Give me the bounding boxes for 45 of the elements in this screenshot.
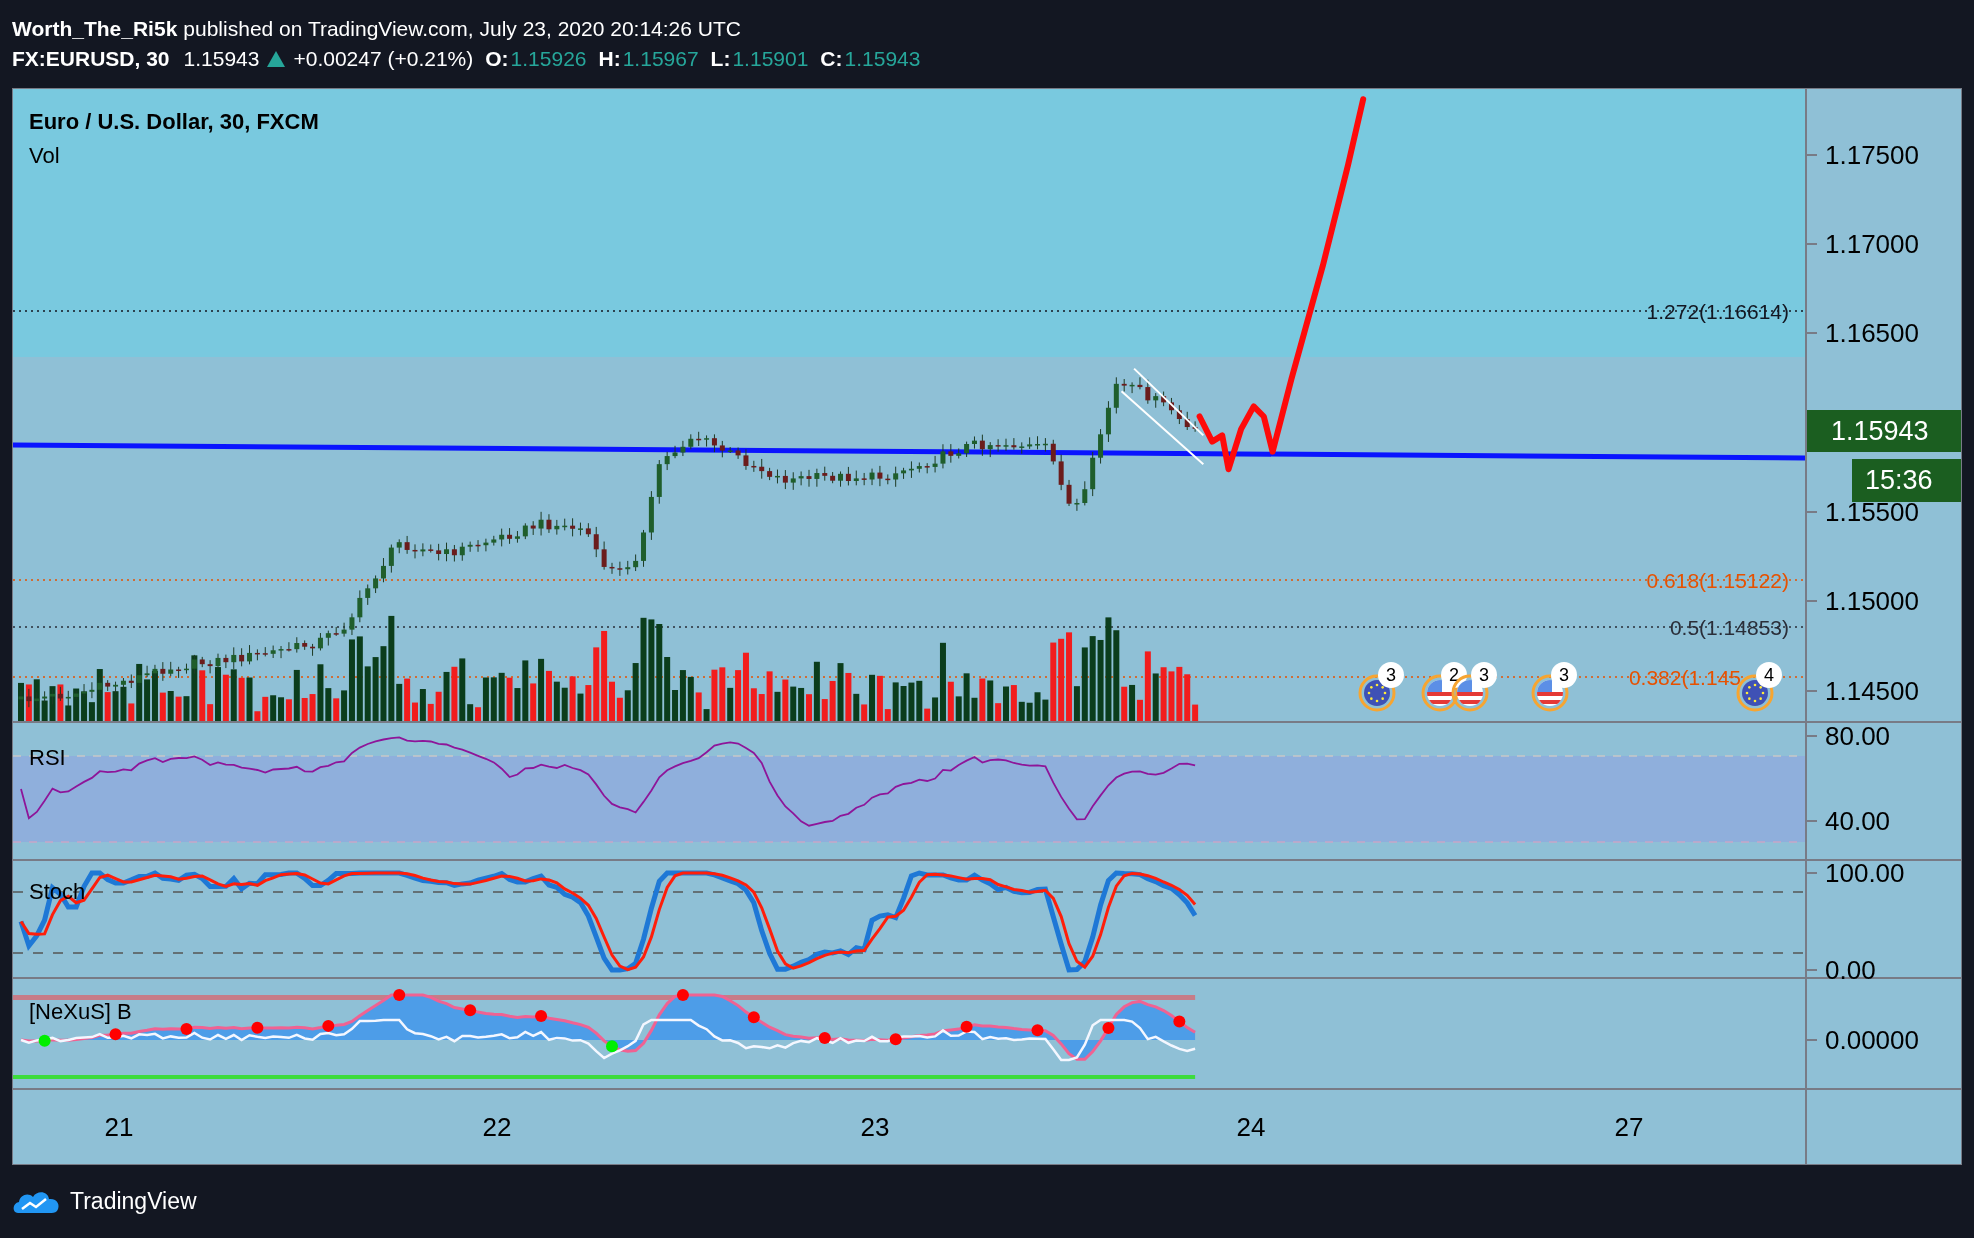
axis-label: 0.00000 [1825, 1027, 1919, 1053]
axis-label: 40.00 [1825, 808, 1891, 834]
date-label: 24 [1236, 1114, 1266, 1140]
axis-label: 1.15500 [1825, 499, 1919, 525]
publish-info: published on TradingView.com, July 23, 2020 20:14:26 UTC [183, 15, 741, 42]
date-label: 27 [1614, 1114, 1644, 1140]
ohlc-label: O: [485, 46, 509, 72]
ohlc-value: 1.15943 [844, 46, 921, 72]
fib-level-label: 0.382(1.145 [1628, 666, 1741, 688]
axis-label: 100.00 [1825, 860, 1905, 886]
ohlc-label: C: [820, 46, 843, 72]
axis-label: 1.17500 [1825, 142, 1919, 168]
fib-level-label: 1.272(1.16614) [1646, 300, 1789, 322]
pane-title: [NeXuS] B [29, 998, 132, 1026]
ohlc-label: L: [710, 46, 731, 72]
axis-label: 1.16500 [1825, 320, 1919, 346]
date-label: 23 [860, 1114, 890, 1140]
ohlc-value: 1.15967 [622, 46, 699, 72]
fib-level-label: 0.618(1.15122) [1646, 569, 1789, 591]
volume-label: Vol [29, 142, 61, 170]
axis-label: 80.00 [1825, 723, 1891, 749]
axis-label: 1.15000 [1825, 588, 1919, 614]
event-count: 3 [1551, 662, 1577, 688]
fib-level-label: 0.5(1.14853) [1669, 616, 1789, 638]
ohlc-label: H: [598, 46, 621, 72]
countdown-label: 15:36 [1852, 459, 1961, 502]
axis-label: 0.00 [1825, 957, 1876, 983]
pane-title: RSI [29, 744, 66, 772]
author-name: Worth_The_Ri5k [12, 15, 178, 42]
ohlc-value: 1.15926 [510, 46, 587, 72]
axis-label: 1.14500 [1825, 678, 1919, 704]
brand-name: TradingView [70, 1187, 197, 1217]
event-count: 3 [1378, 662, 1404, 688]
chart-title: Euro / U.S. Dollar, 30, FXCM [29, 108, 319, 136]
axis-label: 1.17000 [1825, 231, 1919, 257]
pane-title: Stoch [29, 878, 86, 906]
current-price-label: 1.15943 [1807, 410, 1961, 452]
price-change: +0.00247 (+0.21%) [293, 46, 474, 72]
ohlc-value: 1.15901 [732, 46, 809, 72]
date-label: 21 [104, 1114, 134, 1140]
last-price: 1.15943 [183, 46, 260, 72]
date-label: 22 [482, 1114, 512, 1140]
symbol-name: FX:EURUSD, 30 [12, 46, 170, 72]
event-count: 4 [1756, 662, 1782, 688]
event-count: 3 [1471, 662, 1497, 688]
